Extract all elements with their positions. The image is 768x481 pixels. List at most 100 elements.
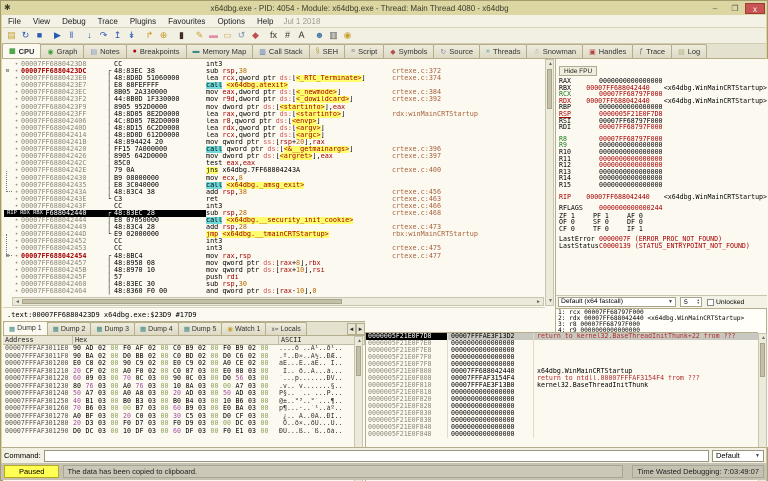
register-row[interactable]: R9 0000000000000000 bbox=[559, 142, 767, 149]
dump-header-hex[interactable]: Hex bbox=[73, 336, 279, 344]
watch-tab-1[interactable]: ◉ Watch 1 bbox=[221, 322, 267, 335]
command-mode-select[interactable]: Default ▼ bbox=[712, 449, 764, 462]
register-row[interactable]: R12 0000000000000000 bbox=[559, 162, 767, 169]
stack-row[interactable]: 0000005F21E0F848 0000000000000000 bbox=[366, 430, 758, 438]
breakpoint-dot-icon[interactable]: • bbox=[12, 253, 21, 260]
register-row[interactable]: R8 00007FF68797F000 bbox=[559, 136, 767, 143]
dump-scroll-thumb[interactable] bbox=[356, 346, 361, 376]
breakpoint-dot-icon[interactable]: • bbox=[12, 288, 21, 295]
breakpoint-dot-icon[interactable]: • bbox=[12, 118, 21, 125]
breakpoint-dot-icon[interactable]: • bbox=[12, 267, 21, 274]
register-row[interactable]: RSI 00007FF68797F000 bbox=[559, 117, 767, 125]
dump-tab-1[interactable]: ▦ Dump 1 bbox=[3, 321, 48, 335]
breakpoint-dot-icon[interactable]: • bbox=[12, 61, 21, 68]
breakpoint-dot-icon[interactable]: • bbox=[12, 89, 21, 96]
menu-file[interactable]: File bbox=[2, 17, 27, 26]
command-input[interactable] bbox=[43, 449, 709, 462]
register-row[interactable]: R13 0000000000000000 bbox=[559, 169, 767, 176]
register-row[interactable]: RFLAGS 0000000000000244 bbox=[559, 205, 767, 212]
highlighting-icon[interactable]: ▬ bbox=[207, 29, 220, 42]
disasm-row[interactable]: • 00007FF688042464 │ 48:8360 F0 00 and qword… bbox=[3, 287, 545, 295]
preferences-icon[interactable]: ☻ bbox=[313, 29, 326, 42]
dump-tab-5[interactable]: ▦ Dump 5 bbox=[177, 322, 223, 335]
tab-log[interactable]: ▤ Log bbox=[671, 44, 708, 58]
breakpoint-dot-icon[interactable]: • bbox=[12, 75, 21, 82]
register-row[interactable]: RSP 0000005F21E0F7D8 bbox=[559, 111, 767, 118]
flag-if[interactable]: IF 1 bbox=[627, 225, 661, 233]
close-button[interactable]: x bbox=[745, 2, 765, 14]
scroll-up-arrow[interactable]: ▲ bbox=[355, 337, 364, 345]
menu-debug[interactable]: Debug bbox=[56, 17, 92, 26]
disasm-horizontal-scrollbar[interactable]: ◄ ► bbox=[12, 297, 544, 306]
menu-options[interactable]: Options bbox=[211, 17, 251, 26]
calculator-icon[interactable]: fx bbox=[267, 29, 280, 42]
tab-trace[interactable]: ƒ Trace bbox=[632, 44, 673, 58]
flag-cf[interactable]: CF 0 bbox=[559, 225, 593, 233]
flag-df[interactable]: DF 0 bbox=[627, 218, 661, 226]
disassembly-panel[interactable]: • 00007FF6880423D8 CC int3 ⊟ • 00007FF6880423D… bbox=[3, 59, 545, 306]
step-over-icon[interactable]: ↷ bbox=[97, 29, 110, 42]
breakpoint-dot-icon[interactable]: • bbox=[12, 132, 21, 139]
locals-tab[interactable]: x= Locals bbox=[265, 322, 307, 335]
stack-scroll-thumb[interactable] bbox=[760, 343, 765, 377]
tab-graph[interactable]: ◉ Graph bbox=[40, 44, 85, 58]
run-to-user-code-icon[interactable]: ↱ bbox=[143, 29, 156, 42]
tab-snowman[interactable]: ☃ Snowman bbox=[526, 44, 584, 58]
menu-view[interactable]: View bbox=[27, 17, 56, 26]
tab-symbols[interactable]: ◆ Symbols bbox=[383, 44, 435, 58]
breakpoint-dot-icon[interactable]: • bbox=[12, 182, 21, 189]
register-row[interactable]: RDI 00007FF68797F000 bbox=[559, 124, 767, 131]
flag-sf[interactable]: SF 0 bbox=[593, 218, 627, 226]
register-row[interactable]: LastStatus C0000139 (STATUS_ENTRYPOINT_NO… bbox=[559, 243, 767, 250]
scroll-left-arrow[interactable]: ◄ bbox=[13, 298, 22, 306]
register-row[interactable]: R10 0000000000000000 bbox=[559, 149, 767, 156]
dump-tab-2[interactable]: ▦ Dump 2 bbox=[46, 322, 92, 335]
breakpoint-dot-icon[interactable]: • bbox=[12, 260, 21, 267]
maximize-button[interactable]: ❐ bbox=[725, 3, 745, 14]
run-icon[interactable]: ▶ bbox=[51, 29, 64, 42]
breakpoint-dot-icon[interactable]: • bbox=[12, 281, 21, 288]
register-row[interactable]: R11 0000000000000000 bbox=[559, 155, 767, 163]
unlocked-checkbox[interactable]: Unlocked bbox=[707, 298, 744, 306]
argument-count-stepper[interactable]: 5 ▲ ▼ bbox=[680, 297, 702, 307]
tab-source[interactable]: ↻ Source bbox=[433, 44, 481, 58]
breakpoint-dot-icon[interactable]: • bbox=[12, 153, 21, 160]
breakpoint-dot-icon[interactable]: • bbox=[12, 104, 21, 111]
breakpoint-dot-icon[interactable]: • bbox=[12, 274, 21, 281]
breakpoint-dot-icon[interactable]: • bbox=[12, 238, 21, 245]
register-row[interactable]: RBX 00007FF688042440 <x64dbg.WinMainCRTSta… bbox=[559, 84, 767, 92]
font-icon[interactable]: A bbox=[295, 29, 308, 42]
remove-analysis-icon[interactable]: ◆ bbox=[249, 29, 262, 42]
tab-prev-icon[interactable]: ◄ bbox=[347, 323, 356, 335]
register-row[interactable]: RDX 00007FF688042440 <x64dbg.WinMainCRTSta… bbox=[559, 98, 767, 105]
dump-row[interactable]: 00007FFFAF301290 D0 DC 03 00 10 DF 03 00 60 DF 03 00… bbox=[3, 427, 365, 436]
tab-next-icon[interactable]: ► bbox=[356, 323, 365, 335]
flag-af[interactable]: AF 0 bbox=[627, 212, 661, 220]
spin-down-icon[interactable]: ▼ bbox=[697, 301, 700, 306]
hash-icon[interactable]: # bbox=[281, 29, 294, 42]
breakpoint-dot-icon[interactable]: • bbox=[12, 125, 21, 132]
breakpoint-dot-icon[interactable]: • bbox=[12, 224, 21, 231]
registers-panel[interactable]: Hide FPU RAX 0000000000000000 RBX 00007FF68… bbox=[555, 59, 767, 295]
tab-call-stack[interactable]: ▥ Call Stack bbox=[252, 44, 310, 58]
tab-cpu[interactable]: ▦ CPU bbox=[2, 43, 42, 58]
collapse-toggle-icon[interactable]: ⊟ bbox=[3, 68, 12, 75]
tab-notes[interactable]: ▤ Notes bbox=[83, 44, 127, 58]
breakpoint-dot-icon[interactable]: • bbox=[12, 146, 21, 153]
minimize-button[interactable]: – bbox=[705, 3, 725, 14]
pause-icon[interactable]: ‖ bbox=[65, 29, 78, 42]
tab-threads[interactable]: » Threads bbox=[479, 44, 528, 58]
breakpoint-dot-icon[interactable]: • bbox=[12, 175, 21, 182]
arguments-panel[interactable]: 1: rcx 00007FF68797F000 2: rdx 00007FF688… bbox=[555, 308, 767, 335]
scroll-right-arrow[interactable]: ► bbox=[534, 298, 543, 306]
breakpoint-dot-icon[interactable]: • bbox=[12, 139, 21, 146]
dump-header-address[interactable]: Address bbox=[3, 336, 73, 344]
help-icon[interactable]: ◉ bbox=[341, 29, 354, 42]
close-debuggee-icon[interactable]: ■ bbox=[33, 29, 46, 42]
sync-icon[interactable]: ↺ bbox=[235, 29, 248, 42]
animate-into-icon[interactable]: ↡ bbox=[125, 29, 138, 42]
breakpoint-dot-icon[interactable]: • bbox=[12, 245, 21, 252]
flag-of[interactable]: OF 0 bbox=[559, 218, 593, 226]
menu-plugins[interactable]: Plugins bbox=[124, 17, 162, 26]
breakpoint-dot-icon[interactable]: • bbox=[12, 231, 21, 238]
